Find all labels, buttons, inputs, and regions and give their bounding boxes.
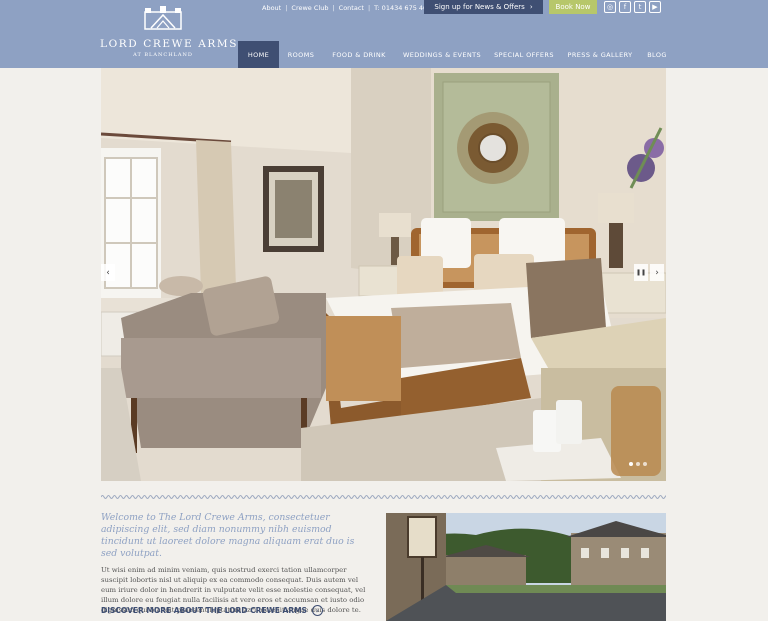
phone-number[interactable]: T: 01434 675 469 [374, 4, 431, 12]
chevron-left-icon: ‹ [106, 267, 110, 278]
discover-label: DISCOVER MORE ABOUT THE LORD CREWE ARMS [101, 606, 307, 615]
site-logo[interactable]: LORD CREWE ARMS AT BLANCHLAND [100, 6, 239, 58]
crewe-club-link[interactable]: Crewe Club [291, 4, 328, 12]
logo-subtitle: AT BLANCHLAND [133, 52, 193, 58]
wavy-divider [101, 495, 666, 499]
about-link[interactable]: About [262, 4, 281, 12]
castle-logo-icon [143, 6, 183, 30]
contact-link[interactable]: Contact [339, 4, 364, 12]
chevron-right-icon: › [529, 3, 533, 11]
welcome-section: Welcome to The Lord Crewe Arms, consecte… [101, 512, 373, 615]
welcome-intro: Welcome to The Lord Crewe Arms, consecte… [101, 512, 355, 559]
nav-press-gallery[interactable]: PRESS & GALLERY [563, 41, 637, 68]
slider-dot[interactable] [643, 462, 647, 466]
facebook-icon[interactable]: f [619, 1, 631, 13]
slider-pause-button[interactable]: ❚❚ [634, 264, 648, 281]
chevron-right-icon: › [655, 267, 659, 278]
arrow-right-icon: › [311, 605, 323, 616]
nav-home[interactable]: HOME [238, 41, 279, 68]
logo-name: LORD CREWE ARMS [100, 38, 239, 50]
signup-label: Sign up for News & Offers [434, 3, 525, 11]
instagram-icon[interactable]: ◎ [604, 1, 616, 13]
slider-next-button[interactable]: › [650, 264, 664, 281]
bedroom-photo [101, 68, 666, 481]
nav-rooms[interactable]: ROOMS [281, 41, 321, 68]
slider-dots [629, 462, 647, 466]
signup-news-button[interactable]: Sign up for News & Offers › [424, 0, 543, 14]
divider: | [285, 4, 288, 12]
village-photo [386, 513, 666, 621]
slider-prev-button[interactable]: ‹ [101, 264, 115, 281]
nav-special-offers[interactable]: SPECIAL OFFERS [490, 41, 558, 68]
book-now-button[interactable]: Book Now [549, 0, 597, 14]
discover-more-link[interactable]: DISCOVER MORE ABOUT THE LORD CREWE ARMS … [101, 605, 323, 616]
nav-food-drink[interactable]: FOOD & DRINK [325, 41, 393, 68]
divider: | [367, 4, 371, 12]
nav-blog[interactable]: BLOG [641, 41, 673, 68]
slider-dot[interactable] [636, 462, 640, 466]
twitter-icon[interactable]: t [634, 1, 646, 13]
youtube-icon[interactable]: ▶ [649, 1, 661, 13]
divider: | [332, 4, 335, 12]
nav-weddings-events[interactable]: WEDDINGS & EVENTS [398, 41, 486, 68]
social-links: ◎ f t ▶ [604, 1, 661, 13]
book-now-label: Book Now [555, 3, 591, 11]
hero-slideshow: ‹ ❚❚ › [101, 68, 666, 481]
pause-icon: ❚❚ [635, 269, 647, 276]
top-links: About | Crewe Club | Contact | T: 01434 675… [262, 2, 431, 14]
slider-dot[interactable] [629, 462, 633, 466]
